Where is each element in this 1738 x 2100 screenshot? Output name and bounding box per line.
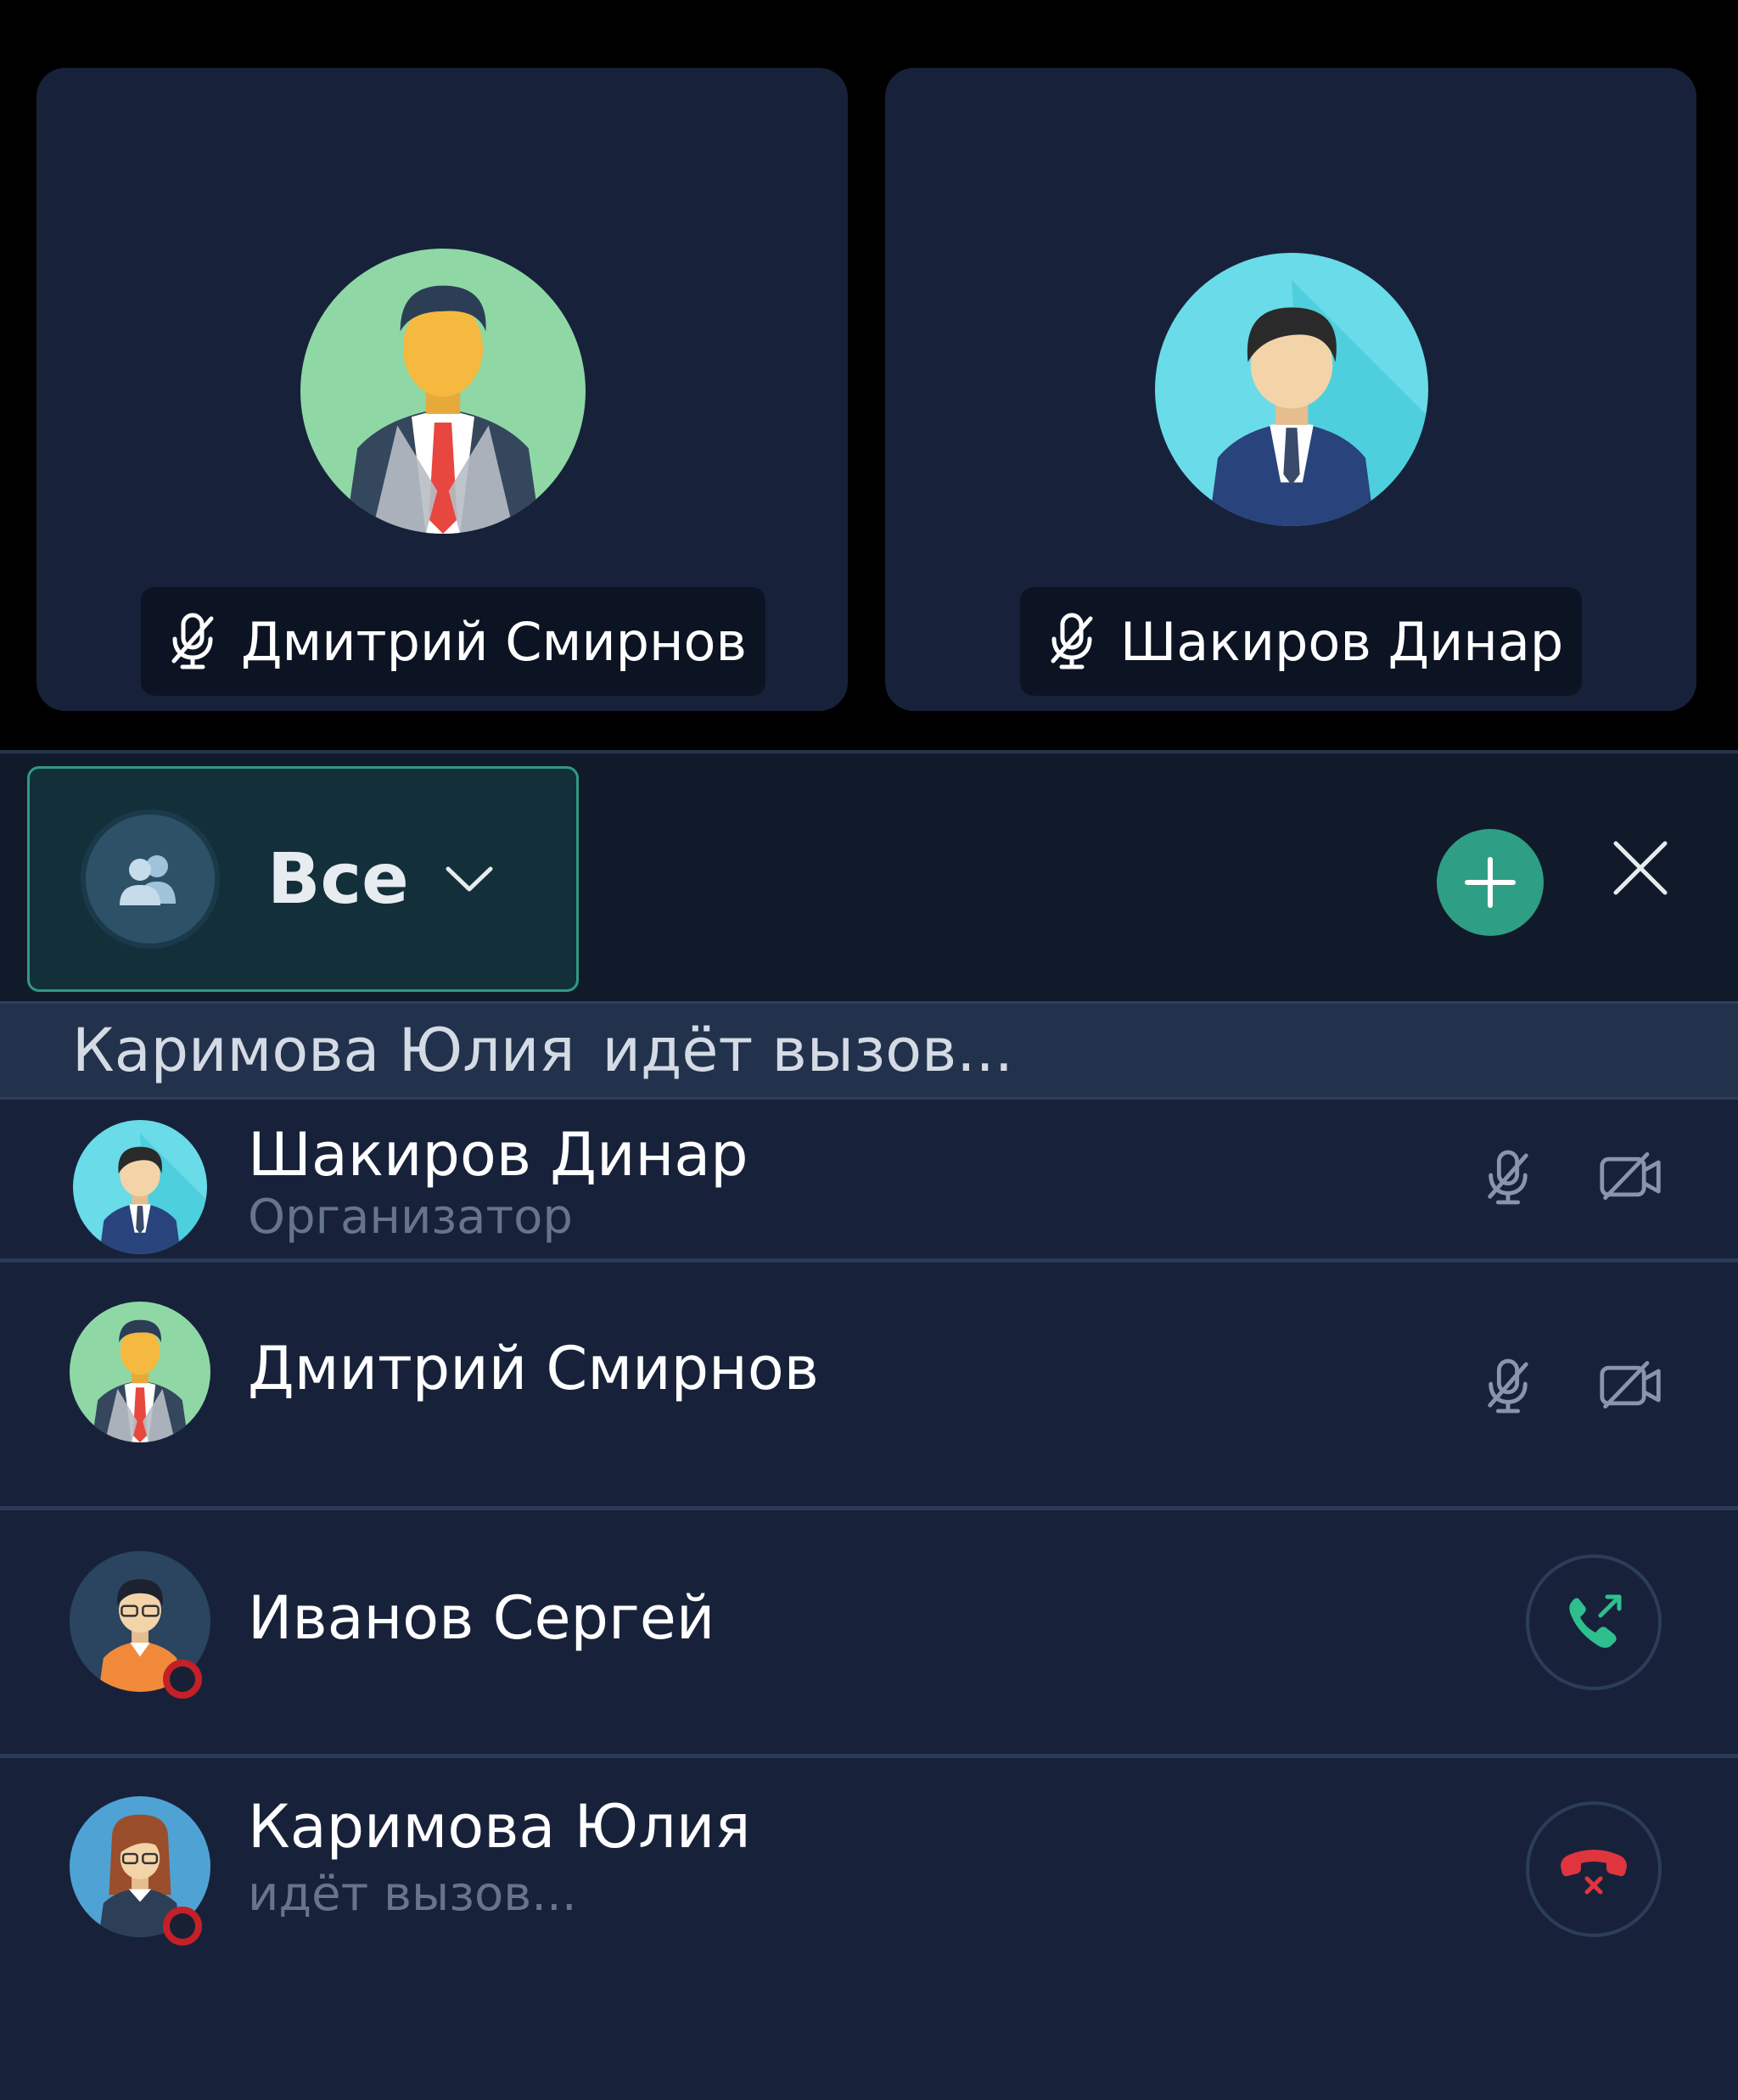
close-icon[interactable] (1611, 838, 1670, 898)
avatar (1155, 253, 1428, 526)
participant-status: идёт вызов... (248, 1867, 577, 1922)
users-icon (81, 809, 220, 949)
participant-name: Шакиров Динар (248, 1120, 748, 1190)
participant-row[interactable]: Дмитрий Смирнов (0, 1263, 1738, 1510)
participant-row[interactable]: Каримова Юлия идёт вызов... (0, 1758, 1738, 2013)
offline-status-indicator (163, 1907, 202, 1946)
calling-name: Каримова Юлия (72, 1016, 575, 1085)
hang-up-icon (1561, 1850, 1627, 1895)
avatar (70, 1302, 210, 1442)
video-tile-dmitry[interactable]: Дмитрий Смирнов (36, 68, 848, 711)
camera-off-icon[interactable] (1599, 1359, 1663, 1412)
avatar (300, 249, 586, 534)
panel-header: Все (0, 750, 1738, 1005)
hang-up-button[interactable] (1526, 1801, 1662, 1937)
participant-row[interactable]: Шакиров Динар Организатор (0, 1100, 1738, 1263)
tile-name-chip: Шакиров Динар (1020, 587, 1583, 696)
participant-name: Каримова Юлия (248, 1792, 751, 1862)
participants-filter-dropdown[interactable]: Все (27, 766, 579, 992)
mic-off-icon (1046, 612, 1098, 671)
call-button[interactable] (1526, 1554, 1662, 1690)
tile-name: Шакиров Динар (1120, 610, 1564, 673)
filter-label: Все (267, 838, 409, 920)
calling-status: идёт вызов... (602, 1016, 1014, 1085)
mic-off-icon (166, 612, 219, 671)
tile-name: Дмитрий Смирнов (241, 610, 747, 673)
chevron-down-icon (446, 866, 493, 892)
video-tile-shakirov[interactable]: Шакиров Динар (885, 68, 1696, 711)
add-participant-button[interactable] (1437, 829, 1544, 936)
offline-status-indicator (163, 1660, 202, 1699)
avatar (73, 1120, 207, 1254)
tile-name-chip: Дмитрий Смирнов (141, 587, 765, 696)
camera-off-icon[interactable] (1599, 1151, 1663, 1203)
mic-off-icon[interactable] (1483, 1356, 1533, 1417)
calling-banner: Каримова Юлия идёт вызов... (0, 1001, 1738, 1100)
call-icon (1569, 1594, 1622, 1648)
participants-panel: Все Каримова Юлия идёт вызов... Шакиров … (0, 750, 1738, 2100)
participant-role: Организатор (248, 1190, 573, 1245)
participant-name: Дмитрий Смирнов (248, 1334, 819, 1403)
mic-off-icon[interactable] (1483, 1147, 1533, 1208)
plus-icon (1465, 857, 1516, 908)
participant-row[interactable]: Иванов Сергей (0, 1510, 1738, 1758)
participant-name: Иванов Сергей (248, 1583, 715, 1653)
